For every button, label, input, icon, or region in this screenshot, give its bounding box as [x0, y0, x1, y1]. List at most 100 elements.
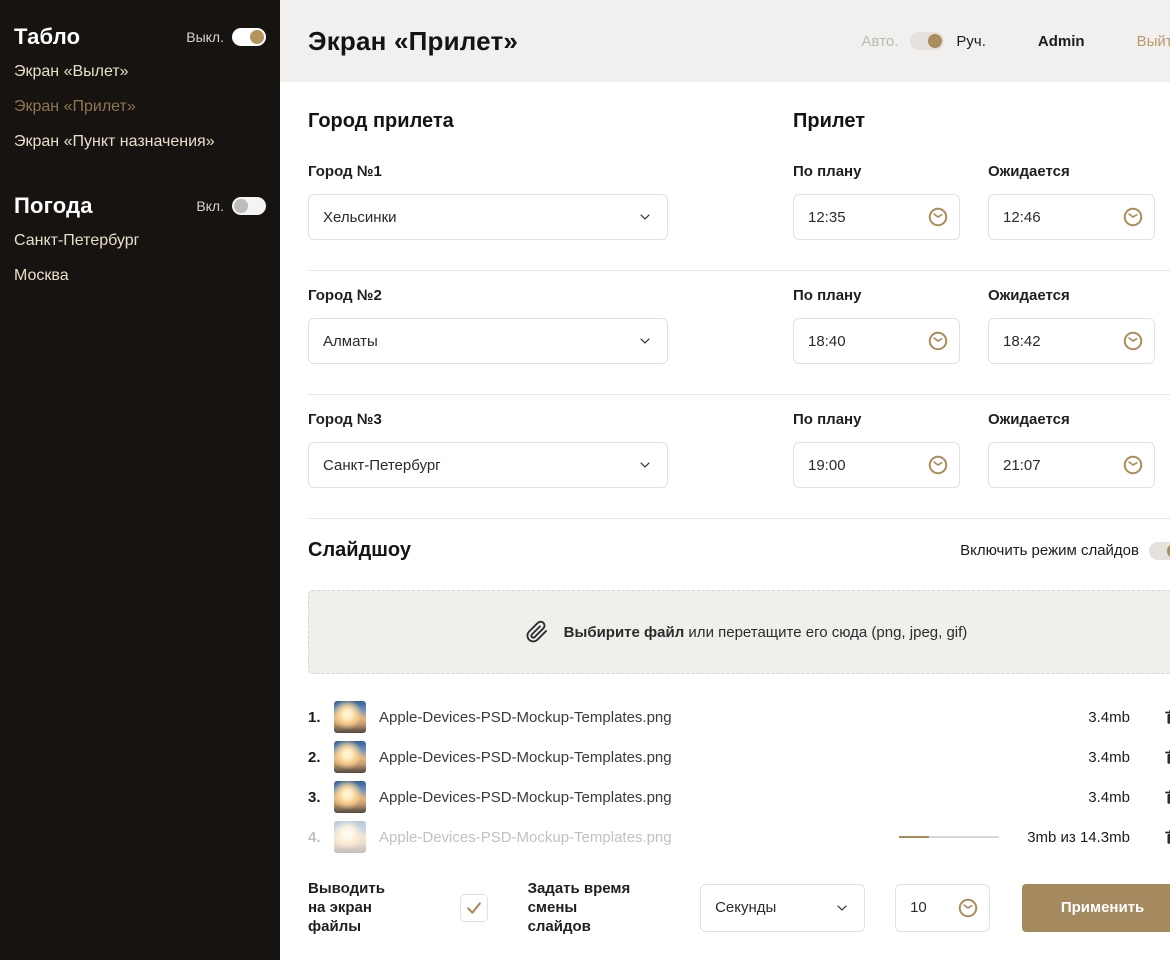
- dropzone-text-bold: Выбирите файл: [564, 624, 685, 641]
- dropzone-text-rest: или перетащите его сюда (png, jpeg, gif): [684, 624, 967, 641]
- sidebar-tablo-nav: Экран «Вылет» Экран «Прилет» Экран «Пунк…: [14, 64, 266, 150]
- plan-label: По плану: [793, 163, 988, 180]
- toggle-knob: [234, 199, 248, 213]
- city2-plan-time-field[interactable]: [793, 318, 960, 364]
- file-upload-status: 3mb из 14.3mb: [1027, 829, 1130, 846]
- city2-select-value: Алматы: [309, 333, 378, 350]
- city1-plan-time-field[interactable]: [793, 194, 960, 240]
- sidebar-item-ekran-prilet[interactable]: Экран «Прилет»: [14, 99, 266, 115]
- toggle-knob: [928, 34, 942, 48]
- clock-icon[interactable]: [927, 454, 949, 476]
- interval-value-field[interactable]: [895, 884, 990, 932]
- file-thumbnail: [334, 781, 366, 813]
- city2-select[interactable]: Алматы: [308, 318, 668, 364]
- output-files-checkbox[interactable]: [460, 894, 488, 922]
- slideshow-toggle-label: Включить режим слайдов: [960, 542, 1139, 559]
- clock-icon[interactable]: [1122, 206, 1144, 228]
- chevron-down-icon: [834, 900, 850, 916]
- arrival-section-heading: Прилет: [793, 110, 865, 133]
- file-size: 3.4mb: [1088, 749, 1130, 766]
- interval-unit-value: Секунды: [701, 899, 776, 916]
- city1-expected-time-field[interactable]: [988, 194, 1155, 240]
- upload-progress-fill: [899, 836, 929, 838]
- file-thumbnail: [334, 741, 366, 773]
- slideshow-heading: Слайдшоу: [308, 539, 411, 562]
- main-area: Экран «Прилет» Авто. Руч. Admin Выйти Го…: [280, 0, 1170, 960]
- file-row: 3. Apple-Devices-PSD-Mockup-Templates.pn…: [308, 777, 1170, 817]
- sidebar-item-ekran-punkt[interactable]: Экран «Пункт назначения»: [14, 134, 266, 150]
- tablo-toggle-label: Выкл.: [186, 29, 224, 45]
- topbar-controls: Авто. Руч. Admin Выйти: [862, 32, 1170, 50]
- slide-interval-label-line1: Задать время смены: [528, 880, 631, 916]
- sidebar-item-moscow[interactable]: Москва: [14, 268, 266, 284]
- clock-icon[interactable]: [1122, 330, 1144, 352]
- weather-toggle[interactable]: [232, 197, 266, 215]
- city3-label: Город №3: [308, 411, 793, 428]
- toggle-knob: [250, 30, 264, 44]
- city-row-labels: Город №1 По плану Ожидается: [308, 163, 1170, 180]
- clock-icon[interactable]: [1122, 454, 1144, 476]
- city3-expected-time-field[interactable]: [988, 442, 1155, 488]
- sidebar: Табло Выкл. Экран «Вылет» Экран «Прилет»…: [0, 0, 280, 960]
- city-row-controls: Алматы: [308, 318, 1170, 364]
- file-number: 2.: [308, 749, 332, 766]
- file-row: 1. Apple-Devices-PSD-Mockup-Templates.pn…: [308, 697, 1170, 737]
- trash-icon[interactable]: [1163, 787, 1170, 807]
- trash-icon[interactable]: [1163, 827, 1170, 847]
- trash-icon[interactable]: [1163, 747, 1170, 767]
- upload-progress-bar: [899, 836, 999, 838]
- divider: [308, 270, 1170, 271]
- city2-expected-time-field[interactable]: [988, 318, 1155, 364]
- paperclip-icon: [524, 619, 550, 645]
- mode-auto-label[interactable]: Авто.: [862, 33, 899, 50]
- slideshow-toggle[interactable]: [1149, 542, 1170, 560]
- sidebar-section-tablo-header: Табло Выкл.: [14, 24, 266, 50]
- expected-label: Ожидается: [988, 287, 1070, 304]
- file-row: 2. Apple-Devices-PSD-Mockup-Templates.pn…: [308, 737, 1170, 777]
- trash-icon[interactable]: [1163, 707, 1170, 727]
- city2-label: Город №2: [308, 287, 793, 304]
- city1-select[interactable]: Хельсинки: [308, 194, 668, 240]
- divider: [308, 394, 1170, 395]
- city-row-controls: Санкт-Петербург: [308, 442, 1170, 488]
- file-thumbnail: [334, 701, 366, 733]
- sidebar-item-ekran-vylet[interactable]: Экран «Вылет»: [14, 64, 266, 80]
- city3-select-value: Санкт-Петербург: [309, 457, 441, 474]
- slideshow-header: Слайдшоу Включить режим слайдов: [308, 539, 1170, 562]
- expected-label: Ожидается: [988, 163, 1070, 180]
- file-row-uploading: 4. Apple-Devices-PSD-Mockup-Templates.pn…: [308, 817, 1170, 857]
- city-row-controls: Хельсинки: [308, 194, 1170, 240]
- city-section-heading: Город прилета: [308, 110, 793, 133]
- file-dropzone[interactable]: Выбирите файл или перетащите его сюда (p…: [308, 590, 1170, 674]
- page-title: Экран «Прилет»: [308, 26, 518, 57]
- slide-interval-label: Задать время смены слайдов: [528, 879, 683, 936]
- mode-manual-label[interactable]: Руч.: [956, 33, 986, 50]
- user-label: Admin: [1038, 33, 1085, 50]
- sidebar-tablo-title: Табло: [14, 24, 80, 50]
- clock-icon[interactable]: [927, 206, 949, 228]
- interval-unit-select[interactable]: Секунды: [700, 884, 865, 932]
- apply-button[interactable]: Применить: [1022, 884, 1170, 932]
- tablo-toggle[interactable]: [232, 28, 266, 46]
- clock-icon[interactable]: [927, 330, 949, 352]
- sidebar-item-spb[interactable]: Санкт-Петербург: [14, 233, 266, 249]
- output-files-label: Выводить на экран файлы: [308, 879, 428, 936]
- weather-toggle-label: Вкл.: [196, 198, 224, 214]
- city3-plan-time-field[interactable]: [793, 442, 960, 488]
- chevron-down-icon: [637, 333, 653, 349]
- city3-select[interactable]: Санкт-Петербург: [308, 442, 668, 488]
- logout-link[interactable]: Выйти: [1137, 33, 1170, 50]
- file-name: Apple-Devices-PSD-Mockup-Templates.png: [379, 709, 1088, 726]
- file-thumbnail: [334, 821, 366, 853]
- sidebar-weather-nav: Санкт-Петербург Москва: [14, 233, 266, 284]
- clock-icon[interactable]: [957, 897, 979, 919]
- output-files-label-line2: на экран файлы: [308, 899, 372, 935]
- chevron-down-icon: [637, 209, 653, 225]
- app-window: Табло Выкл. Экран «Вылет» Экран «Прилет»…: [0, 0, 1170, 960]
- file-name: Apple-Devices-PSD-Mockup-Templates.png: [379, 829, 899, 846]
- plan-label: По плану: [793, 287, 988, 304]
- file-name: Apple-Devices-PSD-Mockup-Templates.png: [379, 789, 1088, 806]
- chevron-down-icon: [637, 457, 653, 473]
- mode-toggle[interactable]: [910, 32, 944, 50]
- file-size: 3.4mb: [1088, 789, 1130, 806]
